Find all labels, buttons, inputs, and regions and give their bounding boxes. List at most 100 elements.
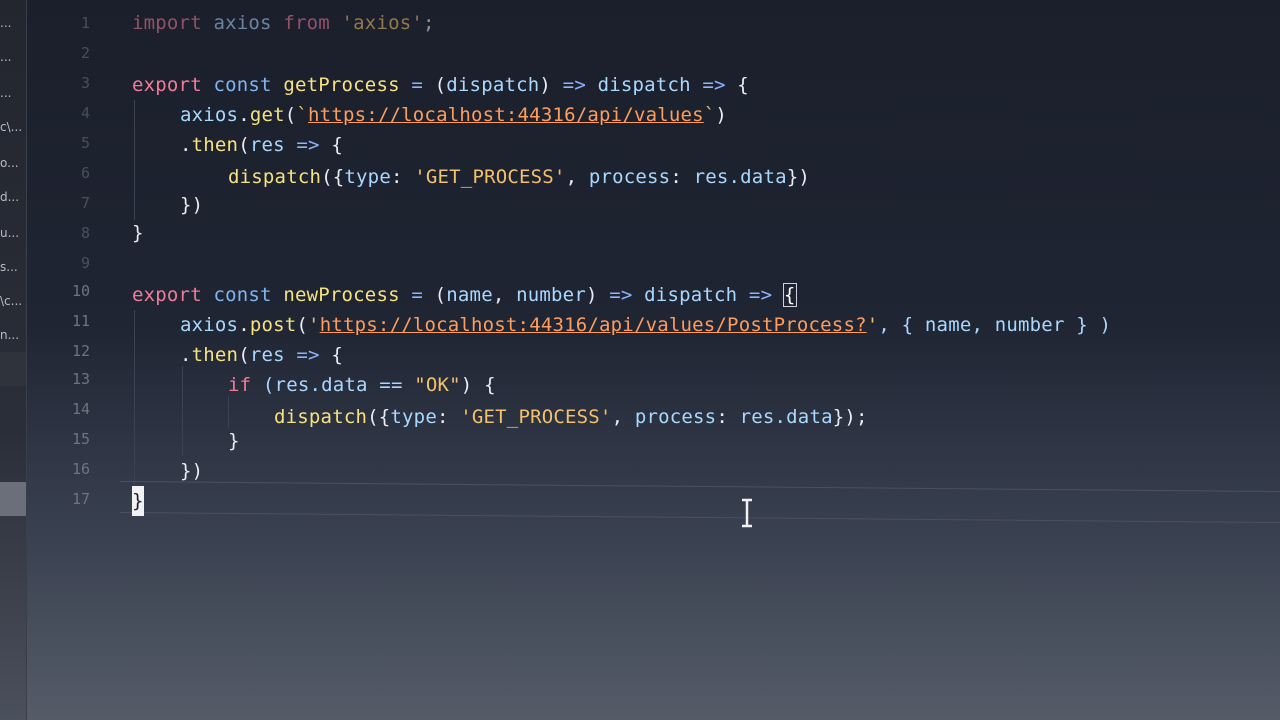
line-number: 12 xyxy=(71,342,90,360)
param-token: number xyxy=(516,284,586,306)
explorer-item[interactable]: s... xyxy=(0,256,26,278)
explorer-item[interactable]: ... xyxy=(0,12,26,34)
punctuation-token: : xyxy=(390,166,415,188)
punctuation-token: , xyxy=(565,166,589,188)
punctuation-token: . xyxy=(238,314,250,336)
explorer-item[interactable]: o... xyxy=(0,152,26,174)
punctuation-token: }); xyxy=(832,406,868,428)
code-line-4[interactable]: axios.get(`https://localhost:44316/api/v… xyxy=(180,100,727,130)
param-token: res xyxy=(249,134,285,156)
arrow-token: => xyxy=(284,134,332,156)
keyword-token: const xyxy=(201,74,284,96)
operator-token: = xyxy=(399,74,435,96)
code-line-10[interactable]: export const newProcess = (name, number)… xyxy=(132,280,797,310)
code-line-14[interactable]: dispatch({type: 'GET_PROCESS', process: … xyxy=(274,402,868,432)
code-line-6[interactable]: dispatch({type: 'GET_PROCESS', process: … xyxy=(228,162,810,192)
punctuation-token: : xyxy=(436,406,461,428)
explorer-item[interactable]: n... xyxy=(0,324,26,346)
param-token: dispatch xyxy=(597,74,691,96)
condition-token: (res.data == xyxy=(251,374,415,396)
explorer-item[interactable]: c\... xyxy=(0,116,26,138)
function-name-token: dispatch xyxy=(274,406,368,428)
punctuation-token: ({ xyxy=(367,406,391,428)
keyword-token: const xyxy=(201,284,284,306)
string-token: ` xyxy=(703,104,716,126)
function-name-token: post xyxy=(249,314,297,336)
brace-token: { xyxy=(331,344,343,366)
explorer-item[interactable]: ... xyxy=(0,82,26,104)
line-number: 9 xyxy=(80,254,90,272)
punctuation-token: ( xyxy=(284,104,297,126)
text-cursor-brace: } xyxy=(132,486,144,516)
punctuation-token: ( xyxy=(434,284,447,306)
code-line-11[interactable]: axios.post('https://localhost:44316/api/… xyxy=(180,310,1111,340)
punctuation-token: }) xyxy=(180,194,204,216)
param-token: res xyxy=(249,344,285,366)
line-number: 14 xyxy=(71,400,90,418)
punctuation-token: }) xyxy=(786,166,811,188)
punctuation-token: . xyxy=(180,134,192,156)
line-number: 11 xyxy=(71,312,90,330)
line-number: 16 xyxy=(71,460,90,478)
url-link[interactable]: https://localhost:44316/api/values xyxy=(308,104,704,126)
string-token: 'GET_PROCESS' xyxy=(414,166,566,188)
line-number: 8 xyxy=(80,224,90,242)
code-line-3[interactable]: export const getProcess = (dispatch) => … xyxy=(132,70,749,100)
code-line-8[interactable]: } xyxy=(132,218,144,248)
line-number: 15 xyxy=(71,430,90,448)
punctuation-token: , xyxy=(611,406,635,428)
punctuation-token: ({ xyxy=(321,166,345,188)
function-name-token: dispatch xyxy=(228,166,322,188)
string-token: "OK" xyxy=(414,374,461,396)
identifier-token: axios xyxy=(180,314,239,336)
punctuation-token: }) xyxy=(180,460,204,482)
punctuation-token: : xyxy=(716,406,740,428)
code-line-17[interactable]: } xyxy=(132,486,144,516)
explorer-selected-item[interactable] xyxy=(0,482,26,516)
explorer-item[interactable]: u... xyxy=(0,222,26,244)
punctuation-token: ) xyxy=(539,74,552,96)
punctuation-token: ) { xyxy=(460,374,496,396)
line-number: 5 xyxy=(80,134,90,152)
punctuation-token: ) xyxy=(585,284,598,306)
line-number: 3 xyxy=(80,74,90,92)
punctuation-token: , xyxy=(492,284,517,306)
punctuation-token: : xyxy=(670,166,694,188)
code-line-16[interactable]: }) xyxy=(180,456,203,486)
line-number: 17 xyxy=(71,490,90,508)
code-line-15[interactable]: } xyxy=(228,426,240,456)
line-number: 10 xyxy=(71,282,90,300)
arrow-token: => xyxy=(597,284,645,306)
punctuation-token: ; xyxy=(423,12,435,34)
url-link[interactable]: https://localhost:44316/api/values/PostP… xyxy=(320,314,867,336)
brace-token: { xyxy=(737,74,749,96)
brace-token: { xyxy=(331,134,343,156)
keyword-token: import xyxy=(132,12,202,34)
explorer-scroll-shade xyxy=(0,352,26,386)
brace-token: } xyxy=(228,430,240,452)
code-line-7[interactable]: }) xyxy=(180,190,203,220)
property-token: process xyxy=(634,406,717,428)
indent-guide xyxy=(134,100,135,220)
function-name-token: newProcess xyxy=(283,284,400,306)
identifier-token: axios xyxy=(201,12,284,34)
code-line-12[interactable]: .then(res => { xyxy=(180,340,343,370)
punctuation-token: . xyxy=(238,104,250,126)
function-name-token: getProcess xyxy=(283,74,400,96)
code-line-13[interactable]: if (res.data == "OK") { xyxy=(228,370,496,400)
function-name-token: then xyxy=(191,344,239,366)
operator-token: = xyxy=(399,284,435,306)
code-line-1[interactable]: import axios from 'axios'; xyxy=(132,8,435,38)
line-number: 4 xyxy=(80,104,90,122)
arrow-token: => xyxy=(551,74,598,96)
line-number: 7 xyxy=(80,194,90,212)
explorer-item[interactable]: ... xyxy=(0,46,26,68)
explorer-item[interactable]: \c... xyxy=(0,290,26,312)
line-number: 13 xyxy=(71,370,90,388)
property-token: process xyxy=(588,166,671,188)
param-token: dispatch xyxy=(446,74,540,96)
property-token: type xyxy=(344,166,391,188)
string-token: ` xyxy=(296,104,309,126)
explorer-item[interactable]: d... xyxy=(0,186,26,208)
code-line-5[interactable]: .then(res => { xyxy=(180,130,343,160)
